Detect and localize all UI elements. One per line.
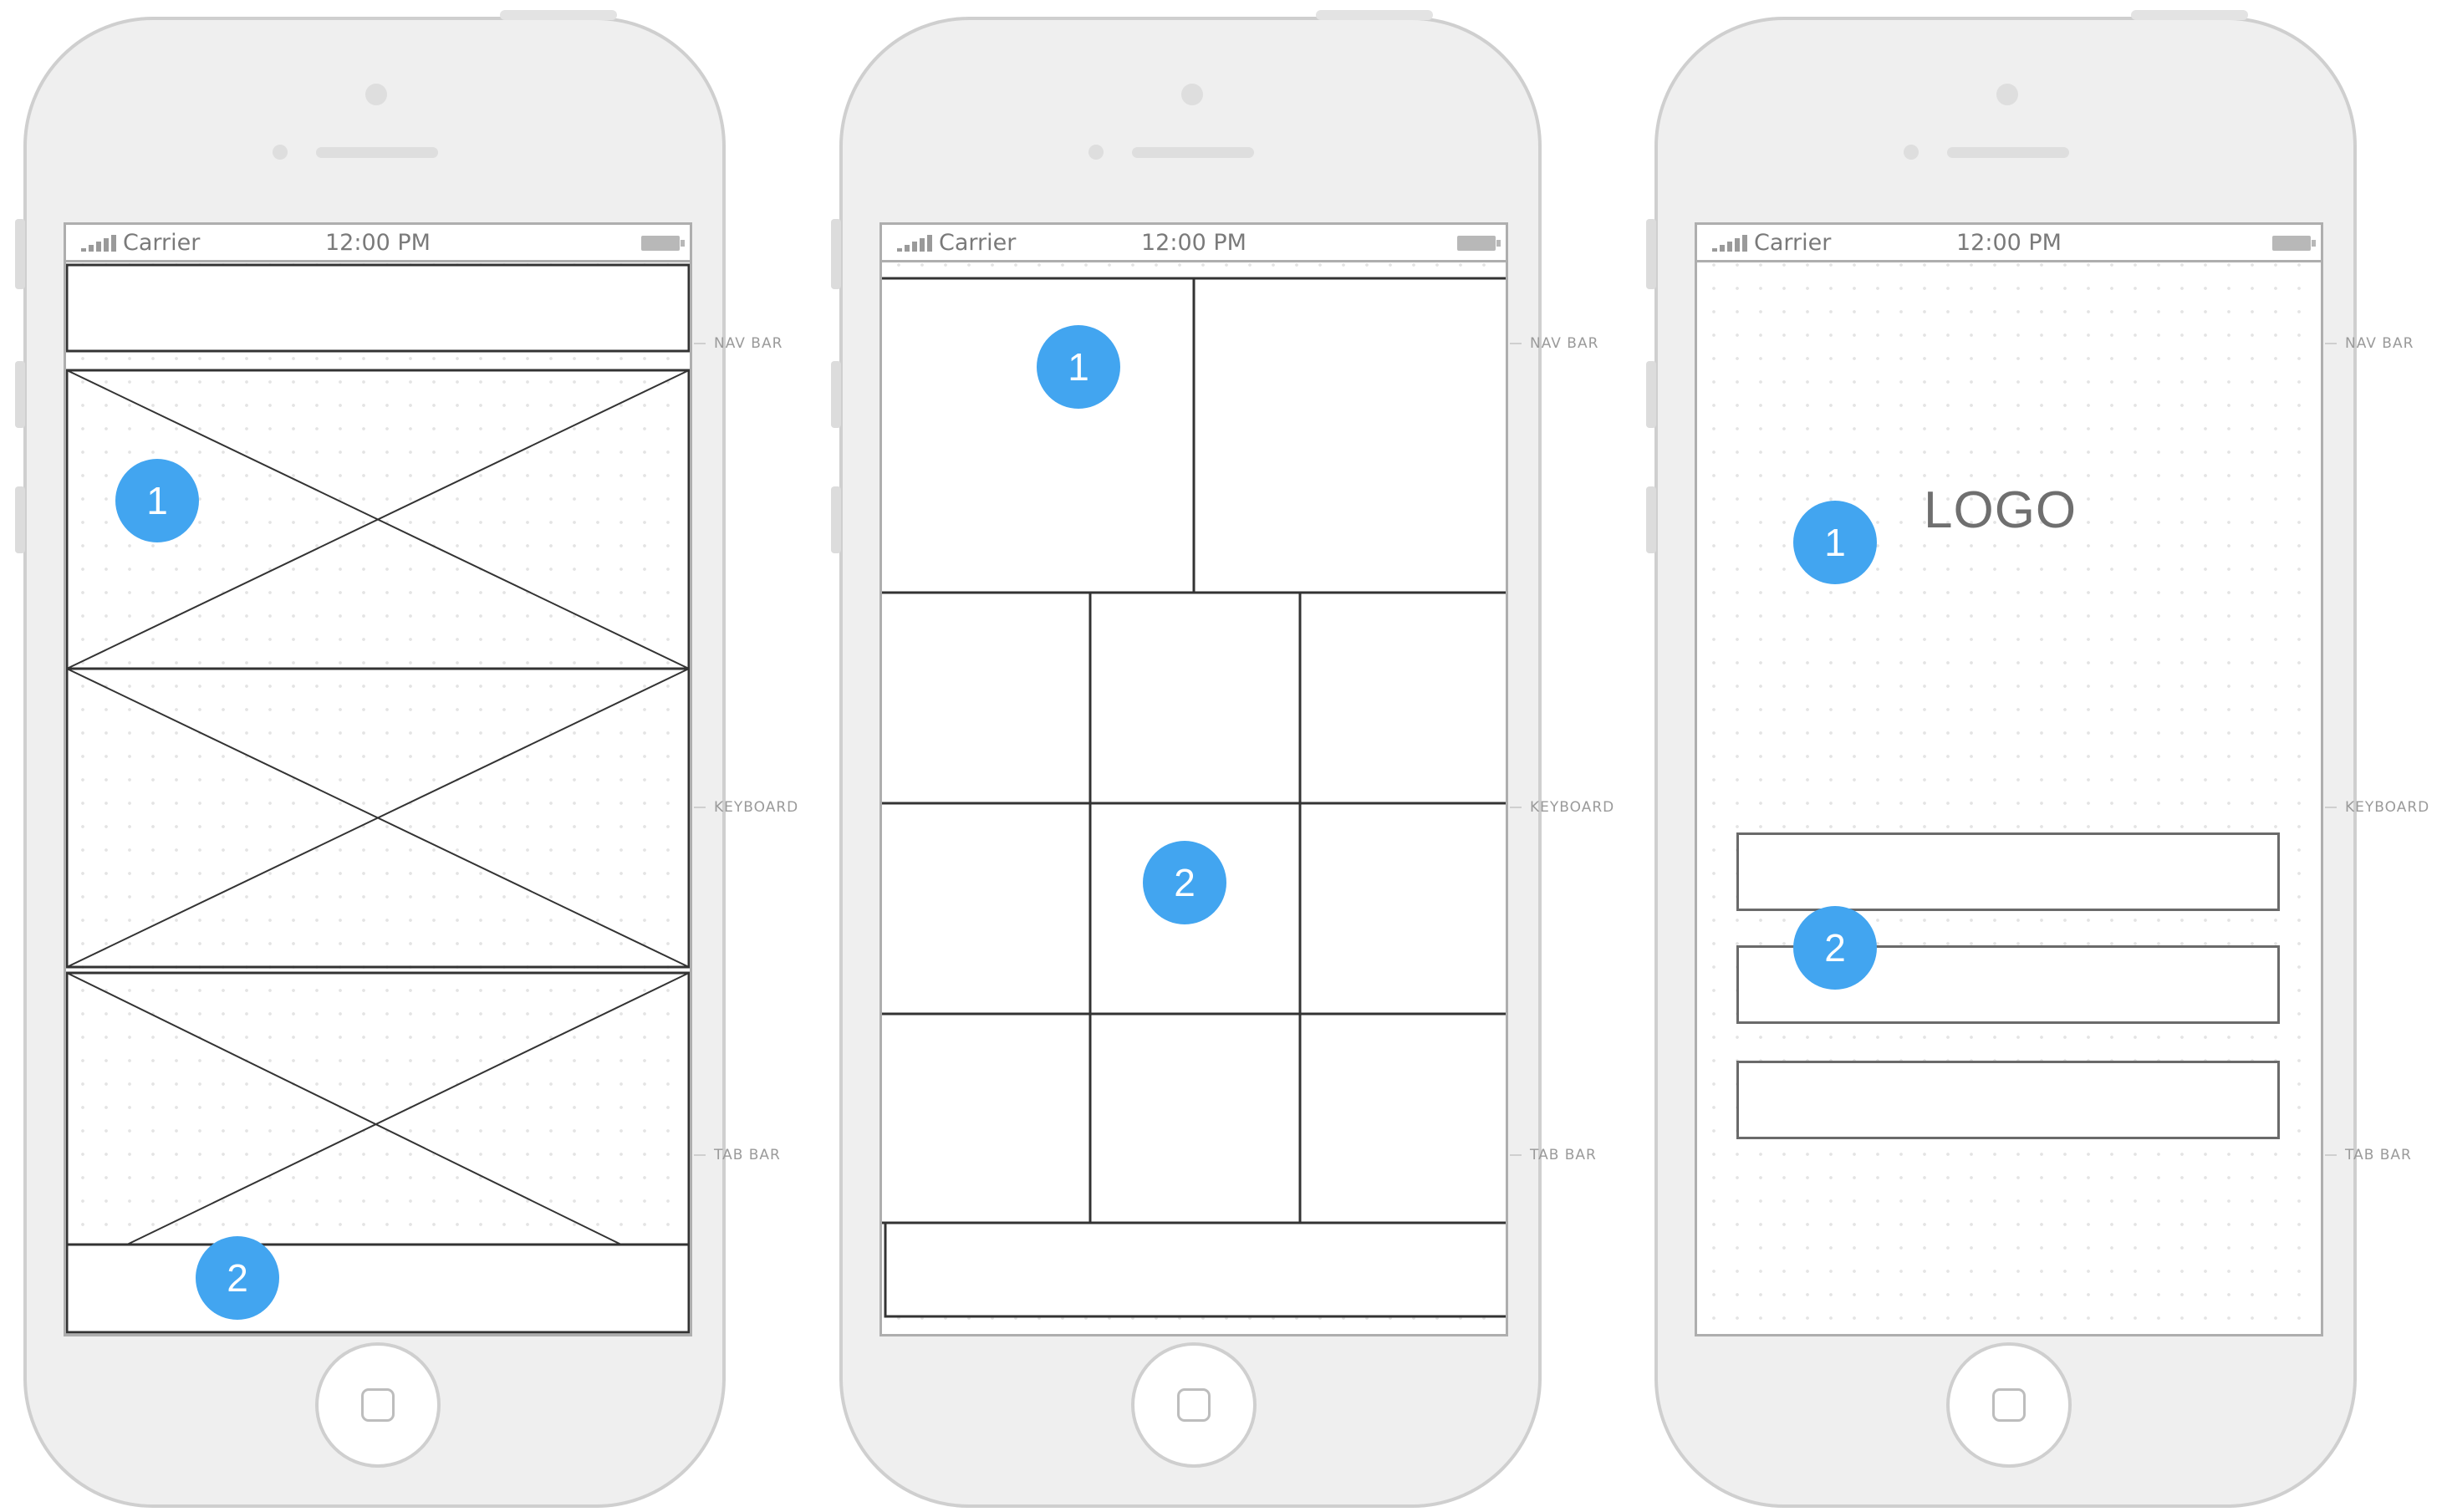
- nav-bar-marker: NAV BAR: [2325, 335, 2414, 352]
- callout-badge-1: 1: [1037, 325, 1120, 409]
- featured-tiles: [882, 277, 1506, 594]
- sensor-icon: [1088, 145, 1104, 160]
- home-square-icon: [1177, 1388, 1211, 1422]
- sensor-icon: [273, 145, 288, 160]
- wireframe-content: [66, 263, 690, 1334]
- keyboard-marker: KEYBOARD: [1510, 799, 1614, 816]
- keyboard-marker: KEYBOARD: [2325, 799, 2429, 816]
- image-placeholder-2: [66, 667, 690, 969]
- camera-icon: [365, 84, 387, 105]
- callout-badge-2: 2: [196, 1236, 279, 1320]
- sensor-icon: [1904, 145, 1919, 160]
- volume-down-button: [1646, 486, 1656, 553]
- wireframe-content: [882, 277, 1506, 1318]
- phone-mockup-3: Carrier 12:00 PM LOGO 1 2: [1646, 10, 2357, 1508]
- camera-icon: [1996, 84, 2018, 105]
- tab-bar-marker: TAB BAR: [694, 1147, 781, 1163]
- logo-placeholder: LOGO: [1924, 481, 2077, 539]
- volume-up-button: [1646, 361, 1656, 428]
- callout-badge-1: 1: [115, 459, 199, 542]
- volume-down-button: [15, 486, 25, 553]
- status-bar: Carrier 12:00 PM: [1697, 225, 2321, 262]
- nav-bar-placeholder: [66, 263, 690, 353]
- speaker-icon: [316, 147, 438, 158]
- mute-switch: [15, 219, 25, 289]
- status-time: 12:00 PM: [1956, 230, 2062, 256]
- input-field-1[interactable]: [1736, 832, 2280, 911]
- power-button: [1316, 10, 1433, 20]
- nav-bar-marker: NAV BAR: [1510, 335, 1598, 352]
- phone-mockup-1: Carrier 12:00 PM 1 2: [15, 10, 726, 1508]
- camera-icon: [1181, 84, 1203, 105]
- carrier-label: Carrier: [1754, 230, 1832, 256]
- speaker-icon: [1132, 147, 1254, 158]
- power-button: [2131, 10, 2248, 20]
- volume-up-button: [15, 361, 25, 428]
- home-square-icon: [361, 1388, 395, 1422]
- nav-bar-marker: NAV BAR: [694, 335, 783, 352]
- mute-switch: [831, 219, 841, 289]
- volume-down-button: [831, 486, 841, 553]
- screen: Carrier 12:00 PM 1 2: [64, 222, 692, 1336]
- home-button: [1131, 1342, 1257, 1468]
- tab-bar-placeholder: [66, 1243, 690, 1334]
- callout-badge-2: 2: [1793, 906, 1877, 990]
- speaker-icon: [1947, 147, 2069, 158]
- mute-switch: [1646, 219, 1656, 289]
- battery-icon: [2272, 236, 2316, 251]
- keyboard-marker: KEYBOARD: [694, 799, 798, 816]
- volume-up-button: [831, 361, 841, 428]
- callout-badge-2: 2: [1143, 841, 1226, 924]
- power-button: [500, 10, 617, 20]
- input-field-3[interactable]: [1736, 1061, 2280, 1139]
- signal-icon: [1712, 235, 1747, 252]
- tab-bar-marker: TAB BAR: [2325, 1147, 2412, 1163]
- tab-bar-marker: TAB BAR: [1510, 1147, 1597, 1163]
- image-placeholder-3: [66, 971, 690, 1246]
- screen: Carrier 12:00 PM LOGO 1 2: [1695, 222, 2323, 1336]
- tab-bar-placeholder: [884, 1221, 1506, 1318]
- home-button: [1946, 1342, 2072, 1468]
- home-square-icon: [1992, 1388, 2026, 1422]
- home-button: [315, 1342, 441, 1468]
- phone-mockup-2: Carrier 12:00 PM 1 2: [831, 10, 1542, 1508]
- screen: Carrier 12:00 PM 1 2: [879, 222, 1508, 1336]
- callout-badge-1: 1: [1793, 501, 1877, 584]
